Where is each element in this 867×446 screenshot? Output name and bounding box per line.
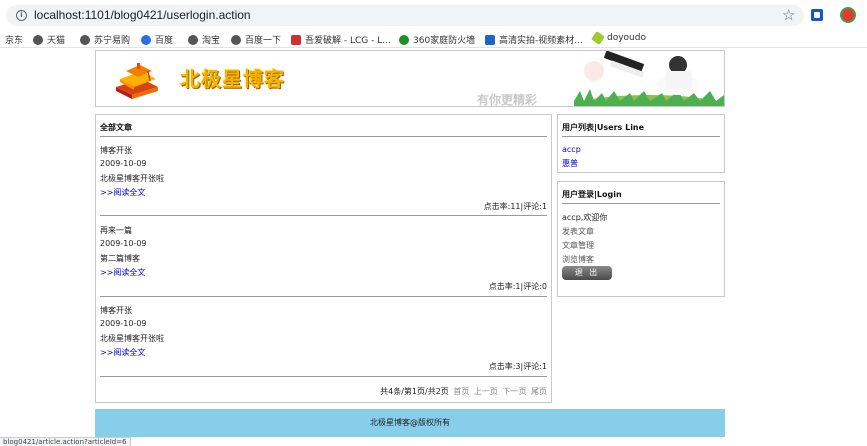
manage-articles-link[interactable]: 文章管理	[562, 240, 594, 251]
pen-icon	[591, 31, 605, 45]
bookmark-label: 吾爱破解 - LCG - L...	[305, 36, 391, 46]
article-stats: 点击率:3|评论:1	[488, 362, 547, 371]
read-more-link[interactable]: >>阅读全文	[100, 187, 145, 198]
info-icon[interactable]: i	[16, 10, 27, 21]
bookmark-label: 天猫	[47, 36, 66, 46]
site-banner: 北极星博客 有你更精彩	[95, 50, 725, 107]
globe-icon	[33, 34, 43, 45]
users-list-box: 用户列表|Users Line accp 惠普	[557, 114, 725, 173]
post-article-link[interactable]: 发表文章	[562, 226, 594, 237]
globe-icon	[188, 34, 198, 45]
page-footer: 北极星博客@版权所有	[95, 409, 725, 437]
article-summary: 第二篇博客	[100, 254, 140, 263]
bookmarks-bar: 京东 天猫 苏宁易购 百度 淘宝 百度一下 吾爱破解 - LCG - L... …	[0, 30, 867, 48]
user-link[interactable]: accp	[562, 145, 581, 154]
article-title: 博客开张	[100, 146, 132, 155]
bookmark-label: 360家庭防火墙	[413, 36, 476, 46]
last-page-link[interactable]: 尾页	[531, 387, 547, 396]
bookmark-doyoudo[interactable]: doyoudo	[591, 31, 646, 45]
bookmark-label: 百度	[155, 36, 174, 46]
status-bar-url: blog0421/article.action?articleId=6	[0, 437, 131, 446]
divider	[100, 296, 547, 297]
divider	[562, 136, 720, 137]
browser-toolbar: i localhost:1101/blog0421/userlogin.acti…	[0, 0, 867, 30]
bookmark-label: 淘宝	[202, 36, 221, 46]
articles-title: 全部文章	[100, 123, 132, 132]
divider	[100, 376, 547, 377]
divider	[100, 215, 547, 216]
first-page-link[interactable]: 首页	[453, 387, 469, 396]
bookmark-tmall[interactable]: 天猫	[33, 33, 65, 46]
bookmark-label: 京东	[5, 36, 24, 46]
extension-icon[interactable]	[811, 9, 823, 21]
banner-slogan: 有你更精彩	[477, 93, 538, 107]
bookmark-baidu[interactable]: 百度	[141, 33, 173, 46]
bookmark-taobao[interactable]: 淘宝	[188, 33, 220, 46]
article-title: 博客开张	[100, 306, 132, 315]
pagination-summary: 共4条/第1页/共2页	[380, 387, 449, 396]
site-logo-text: 北极星博客	[180, 67, 285, 91]
video-icon	[485, 34, 495, 45]
users-list-title: 用户列表|Users Line	[562, 123, 645, 132]
banner-illustration	[574, 51, 724, 106]
article-date: 2009-10-09	[100, 159, 147, 168]
article-summary: 北极星博客开张啦	[100, 334, 164, 343]
divider	[562, 203, 720, 204]
star-icon[interactable]: ☆	[782, 6, 795, 24]
divider	[100, 136, 547, 137]
articles-panel: 全部文章 博客开张 2009-10-09 北极星博客开张啦 >>阅读全文 点击率…	[95, 114, 552, 403]
profile-avatar-icon[interactable]	[840, 7, 856, 23]
next-page-link[interactable]: 下一页	[502, 387, 526, 396]
bookmark-label: 百度一下	[245, 36, 282, 46]
bookmark-suning[interactable]: 苏宁易购	[80, 33, 130, 46]
bookmark-label: 苏宁易购	[94, 36, 131, 46]
user-link[interactable]: 惠普	[562, 158, 578, 169]
prev-page-link[interactable]: 上一页	[474, 387, 498, 396]
globe-icon	[80, 34, 90, 45]
article-date: 2009-10-09	[100, 319, 147, 328]
article-stats: 点击率:11|评论:1	[483, 202, 547, 211]
globe-icon	[231, 34, 241, 45]
pagination: 共4条/第1页/共2页 首页 上一页 下一页 尾页	[380, 386, 547, 397]
read-more-link[interactable]: >>阅读全文	[100, 347, 145, 358]
bookmark-52pojie[interactable]: 吾爱破解 - LCG - L...	[291, 33, 391, 46]
login-title: 用户登录|Login	[562, 190, 622, 199]
welcome-text: accp,欢迎你	[562, 213, 608, 222]
logout-button[interactable]: 退 出	[562, 266, 612, 280]
read-more-link[interactable]: >>阅读全文	[100, 267, 145, 278]
article-stats: 点击率:1|评论:0	[488, 282, 547, 291]
copyright-text: 北极星博客@版权所有	[370, 418, 450, 427]
shield-icon	[399, 34, 409, 45]
bookmark-video[interactable]: 高清实拍-视频素材...	[485, 33, 583, 46]
url-text[interactable]: localhost:1101/blog0421/userlogin.action	[34, 8, 251, 22]
login-box: 用户登录|Login accp,欢迎你 发表文章 文章管理 浏览博客 退 出	[557, 181, 725, 297]
browse-blog-link[interactable]: 浏览博客	[562, 254, 594, 265]
article-date: 2009-10-09	[100, 239, 147, 248]
bookmark-label: 高清实拍-视频素材...	[499, 36, 583, 46]
bookmark-jd[interactable]: 京东	[5, 33, 23, 46]
paw-icon	[141, 34, 151, 45]
book-logo-icon	[116, 63, 158, 99]
bookmark-360[interactable]: 360家庭防火墙	[399, 33, 475, 46]
article-summary: 北极星博客开张啦	[100, 174, 164, 183]
forum-icon	[291, 34, 301, 45]
bookmark-baidu-search[interactable]: 百度一下	[231, 33, 281, 46]
bookmark-label: doyoudo	[607, 33, 646, 43]
article-title: 再来一篇	[100, 226, 132, 235]
